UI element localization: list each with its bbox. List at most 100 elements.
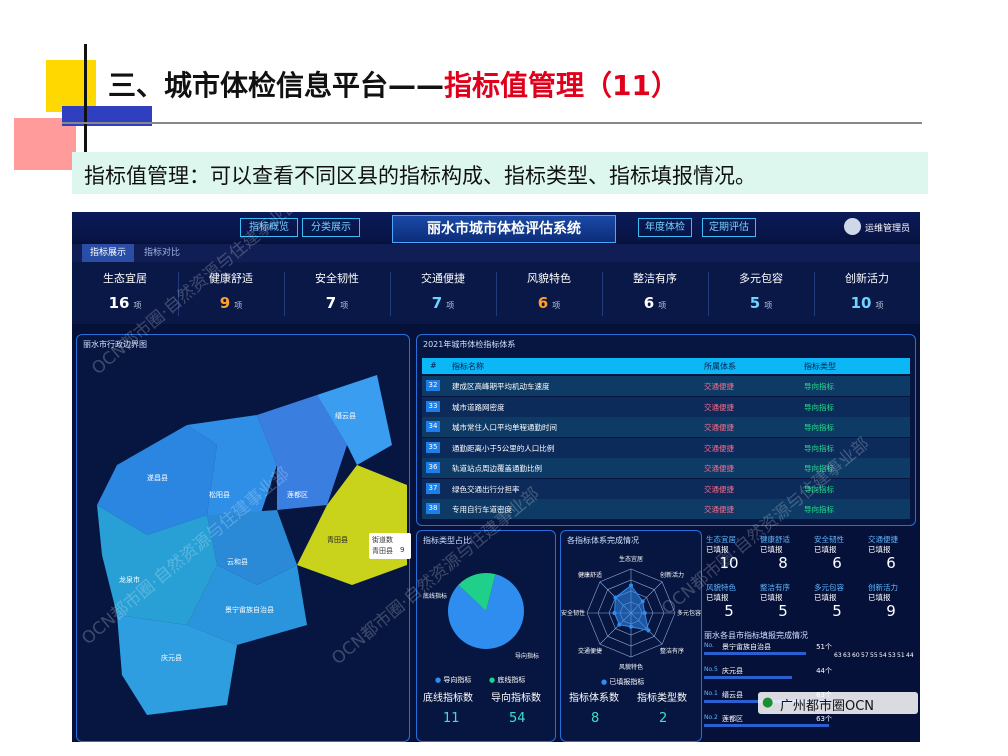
- row-system: 交通便捷: [704, 382, 734, 391]
- tab-row: 指标展示 指标对比: [72, 244, 920, 262]
- category-card[interactable]: 交通便捷 7 项: [390, 262, 496, 324]
- category-divider: [814, 272, 815, 316]
- category-divider: [496, 272, 497, 316]
- legend-bottomline-label: 底线指标: [497, 676, 526, 684]
- legend-bottomline: ● 底线指标: [489, 675, 525, 685]
- category-card[interactable]: 安全韧性 7 项: [284, 262, 390, 324]
- radar-point[interactable]: [629, 583, 633, 588]
- tooltip-value: 9: [400, 546, 405, 554]
- tab-indicator-display[interactable]: 指标展示: [82, 244, 135, 262]
- nav-periodic-button[interactable]: 定期评估: [702, 218, 756, 237]
- category-unit: 项: [133, 301, 142, 310]
- rank-bar-label: 55: [870, 652, 878, 659]
- table-row[interactable]: 34 城市常住人口平均单程通勤时间 交通便捷 导向指标: [422, 417, 910, 437]
- radar-point[interactable]: [646, 628, 651, 633]
- rank-bar-label: 44: [906, 652, 914, 659]
- category-divider: [284, 272, 285, 316]
- tooltip-county: 青田县: [372, 547, 393, 555]
- table-row[interactable]: 32 建成区高峰期平均机动车速度 交通便捷 导向指标: [422, 376, 910, 396]
- radar-axis-label: 整洁有序: [660, 647, 684, 655]
- radar-legend: ● 已填报指标: [601, 677, 644, 687]
- nav-annual-button[interactable]: 年度体检: [638, 218, 692, 237]
- category-card[interactable]: 整洁有序 6 项: [602, 262, 708, 324]
- category-value: 7: [325, 294, 337, 312]
- category-count: 7项: [390, 294, 496, 312]
- nav-overview-button[interactable]: 指标概览: [240, 218, 298, 237]
- category-card[interactable]: 生态宜居 16 项: [72, 262, 178, 324]
- user-avatar[interactable]: [844, 218, 861, 235]
- category-divider: [602, 272, 603, 316]
- slide-title: 三、城市体检信息平台——指标值管理（11）: [108, 64, 679, 104]
- type-panel-title: 指标类型占比: [423, 536, 471, 545]
- category-name: 创新活力: [845, 272, 889, 285]
- county-label-songyang: 松阳县: [209, 491, 230, 499]
- county-label-yunhe: 云和县: [227, 558, 248, 566]
- category-card[interactable]: 健康舒适 9 项: [178, 262, 284, 324]
- row-system: 交通便捷: [704, 484, 734, 494]
- rank-bar-label: 57: [861, 652, 869, 659]
- category-value: 6: [643, 294, 655, 312]
- category-count: 5项: [708, 294, 814, 312]
- rank-bar-label: 63: [843, 652, 851, 659]
- category-card[interactable]: 多元包容 5 项: [708, 262, 814, 324]
- slide-title-highlight: 指标值管理（11）: [444, 69, 679, 102]
- pie-label-bottomline: 底线指标: [423, 593, 448, 600]
- category-value: 16: [108, 294, 130, 312]
- category-value: 7: [431, 294, 443, 312]
- radar-point[interactable]: [642, 611, 647, 615]
- radar-point[interactable]: [617, 622, 622, 627]
- category-name: 交通便捷: [421, 272, 465, 285]
- category-unit: 项: [552, 301, 561, 310]
- fill-stat-value: 10: [719, 554, 739, 572]
- radar-point[interactable]: [612, 611, 617, 615]
- row-id: 35: [426, 441, 440, 453]
- rank-no: No.: [704, 642, 714, 649]
- row-id: 33: [426, 400, 440, 412]
- table-row[interactable]: 36 轨道站点周边覆盖通勤比例 交通便捷 导向指标: [422, 458, 910, 478]
- stat-bottomline-value: 11: [443, 711, 460, 726]
- row-name: 建成区高峰期平均机动车速度: [452, 382, 550, 391]
- radar-axis-label: 多元包容: [677, 609, 701, 617]
- fill-stat-card: 风貌特色 已填报 5: [704, 580, 754, 626]
- radar-point[interactable]: [629, 624, 633, 629]
- row-system: 交通便捷: [704, 402, 734, 412]
- radar-legend-label: 已填报指标: [609, 678, 645, 686]
- radar-chart: 生态宜居创新活力多元包容整洁有序风貌特色 交通便捷 安全韧性 健康舒适: [561, 555, 701, 671]
- rank-name: 缙云县: [722, 691, 743, 699]
- radar-point[interactable]: [640, 599, 645, 604]
- stat-types-value: 2: [659, 711, 668, 726]
- category-count: 9项: [178, 294, 284, 312]
- table-row[interactable]: 38 专用自行车道密度 交通便捷 导向指标: [422, 499, 910, 519]
- tooltip-title: 街道数: [372, 536, 393, 544]
- nav-category-button[interactable]: 分类展示: [302, 218, 360, 237]
- table-row[interactable]: 33 城市道路网密度 交通便捷 导向指标: [422, 396, 910, 417]
- user-name[interactable]: 运维管理员: [865, 221, 910, 234]
- tab-indicator-compare[interactable]: 指标对比: [136, 244, 188, 262]
- radar-point[interactable]: [613, 595, 618, 600]
- row-id: 32: [426, 380, 440, 391]
- category-unit: 项: [875, 301, 884, 310]
- category-count: 6项: [496, 294, 602, 312]
- legend-guide: ● 导向指标: [435, 675, 471, 685]
- radar-axis-label: 生态宜居: [619, 555, 643, 563]
- table-row[interactable]: 35 通勤距离小于5公里的人口比例 交通便捷 导向指标: [422, 437, 910, 458]
- stat-systems-value: 8: [591, 711, 600, 726]
- radar-axis-label: 风貌特色: [619, 663, 643, 671]
- category-divider: [178, 272, 179, 316]
- th-system: 所属体系: [704, 362, 736, 371]
- table-row[interactable]: 37 绿色交通出行分担率 交通便捷 导向指标: [422, 478, 910, 499]
- rank-no: No.2: [704, 714, 718, 721]
- stat-bottomline-label: 底线指标数: [423, 693, 473, 704]
- category-name: 生态宜居: [103, 272, 147, 285]
- th-type: 指标类型: [804, 362, 836, 371]
- fill-stat-card: 健康舒适 已填报 8: [758, 532, 808, 578]
- row-system: 交通便捷: [704, 505, 734, 514]
- rank-value: 51个: [816, 643, 832, 651]
- category-card[interactable]: 创新活力 10 项: [814, 262, 920, 324]
- rank-name: 莲都区: [722, 715, 743, 723]
- system-title: 丽水市城市体检评估系统: [392, 215, 616, 243]
- county-label-qingyuan: 庆元县: [161, 654, 182, 662]
- row-type: 导向指标: [804, 402, 834, 412]
- fill-stat-value: 5: [832, 602, 842, 620]
- category-card[interactable]: 风貌特色 6 项: [496, 262, 602, 324]
